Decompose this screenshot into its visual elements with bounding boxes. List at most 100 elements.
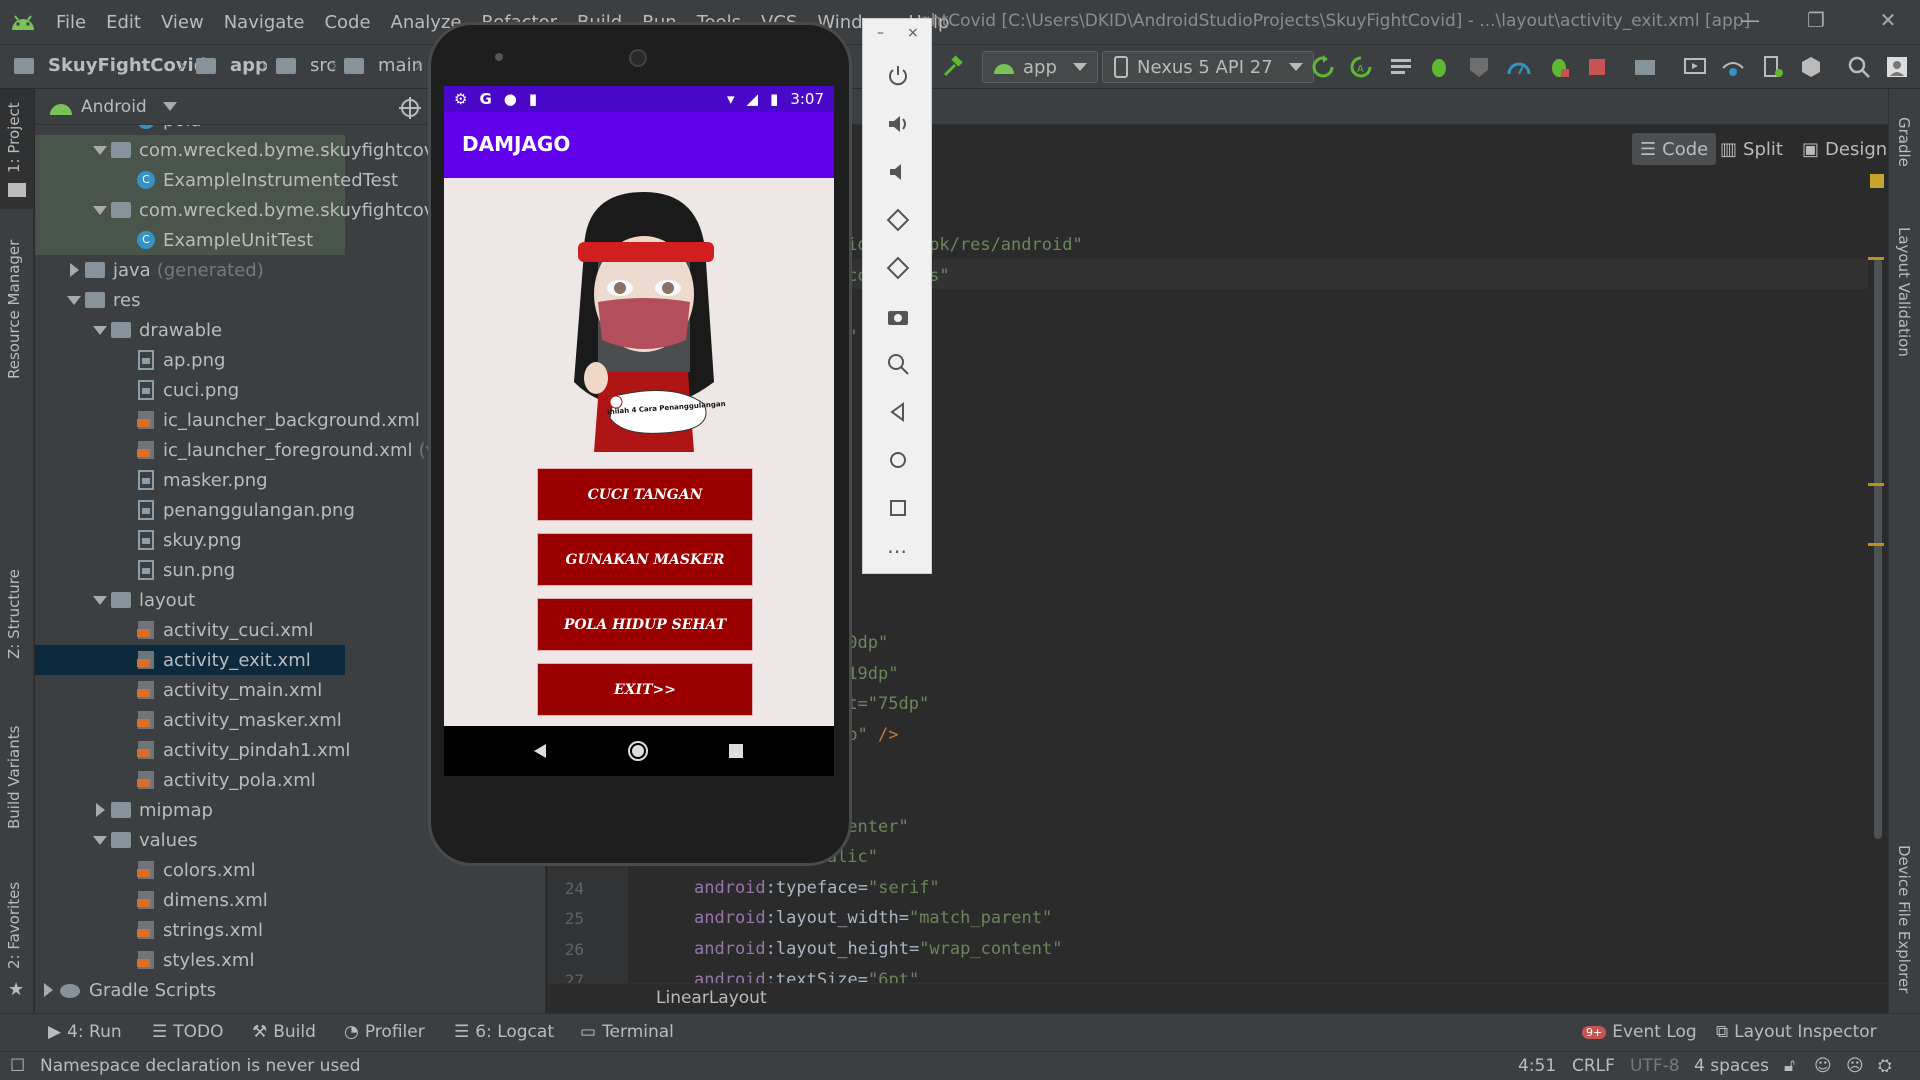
close-icon[interactable]: × — [907, 25, 919, 41]
warning-indicator[interactable] — [1870, 174, 1884, 188]
tree-row[interactable]: masker.png — [35, 465, 435, 495]
chevron-right-icon[interactable] — [43, 983, 53, 997]
inspector-face-icon[interactable]: ☺ — [1814, 1056, 1832, 1076]
tree-row[interactable]: drawable — [35, 315, 435, 345]
sync-gradle-icon[interactable] — [1720, 54, 1746, 80]
chevron-down-icon[interactable] — [93, 835, 107, 845]
locate-icon[interactable] — [399, 97, 421, 119]
chevron-right-icon[interactable] — [69, 263, 79, 277]
home-icon[interactable] — [885, 447, 911, 473]
gunakan-masker-button[interactable]: GUNAKAN MASKER — [537, 533, 753, 586]
editor-scrollbar[interactable] — [1874, 259, 1882, 839]
minimize-icon[interactable]: — — [1736, 8, 1764, 36]
feedback-icon[interactable]: ☹ — [1846, 1056, 1864, 1076]
event-log-button[interactable]: 9+ Event Log — [1582, 1022, 1697, 1042]
logcat-tool-button[interactable]: ☰ 6: Logcat — [454, 1022, 554, 1042]
favorites-label[interactable]: 2: Favorites — [5, 882, 23, 969]
tree-row[interactable]: com.wrecked.byme.skuyfightcovid — [35, 135, 451, 165]
breadcrumb-app[interactable]: app — [196, 55, 268, 76]
build-variants-label[interactable]: Build Variants — [5, 726, 23, 829]
tree-row[interactable]: skuy.png — [35, 525, 435, 555]
rotate-left-icon[interactable] — [885, 207, 911, 233]
list-icon[interactable] — [1388, 54, 1414, 80]
pola-hidup-sehat-button[interactable]: POLA HIDUP SEHAT — [537, 598, 753, 651]
tree-row[interactable]: java (generated) — [35, 255, 435, 285]
code-line[interactable]: android:layout_width="match_parent" — [694, 903, 1052, 933]
tree-row[interactable]: activity_masker.xml — [35, 705, 435, 735]
back-icon[interactable] — [532, 743, 548, 759]
tree-row[interactable]: strings.xml — [35, 915, 435, 945]
coverage-icon[interactable] — [1466, 54, 1492, 80]
editor-breadcrumb[interactable]: LinearLayout — [656, 988, 767, 1008]
tree-row[interactable]: ic_launcher_foreground.xml(v24 — [35, 435, 459, 465]
device-select[interactable]: Nexus 5 API 27 — [1102, 51, 1314, 83]
device-file-explorer-label[interactable]: Device File Explorer — [1895, 845, 1913, 993]
camera-icon[interactable] — [885, 303, 911, 329]
tree-row[interactable]: cuci.png — [35, 375, 435, 405]
status-toggle-icon[interactable]: ☐ — [10, 1056, 25, 1076]
run-config-select[interactable]: app — [982, 51, 1098, 83]
resource-manager-label[interactable]: Resource Manager — [5, 240, 23, 379]
indent-setting[interactable]: 4 spaces — [1694, 1056, 1769, 1076]
chevron-down-icon[interactable] — [93, 325, 107, 335]
rotate-right-icon[interactable] — [885, 255, 911, 281]
chevron-right-icon[interactable] — [95, 803, 105, 817]
tree-row[interactable]: ap.png — [35, 345, 435, 375]
tree-row[interactable]: Cpola — [35, 125, 435, 135]
more-icon[interactable]: ⋯ — [887, 539, 907, 563]
apply-changes-icon[interactable] — [1310, 54, 1336, 80]
avd-manager-icon[interactable] — [1682, 54, 1708, 80]
tree-row[interactable]: penanggulangan.png — [35, 495, 435, 525]
menu-file[interactable]: File — [46, 12, 96, 33]
tree-row[interactable]: ic_launcher_background.xml — [35, 405, 435, 435]
run-tool-button[interactable]: ▶ 4: Run — [48, 1022, 122, 1042]
apply-code-changes-icon[interactable]: A — [1348, 54, 1374, 80]
restore-icon[interactable]: ❐ — [1802, 8, 1830, 36]
terminal-tool-button[interactable]: ▭ Terminal — [580, 1022, 674, 1042]
stop-icon[interactable] — [1584, 54, 1610, 80]
tree-row[interactable]: sun.png — [35, 555, 435, 585]
design-view-button[interactable]: ▣ Design — [1794, 133, 1895, 165]
menu-view[interactable]: View — [151, 12, 214, 33]
layout-validation-label[interactable]: Layout Validation — [1895, 227, 1913, 357]
volume-down-icon[interactable] — [885, 159, 911, 185]
tree-row[interactable]: C ExampleUnitTest — [35, 225, 345, 255]
sdk-manager-icon[interactable] — [1798, 54, 1824, 80]
home-icon[interactable] — [627, 740, 649, 762]
project-structure-icon[interactable] — [1632, 54, 1658, 80]
tree-row[interactable]: res — [35, 285, 435, 315]
account-icon[interactable] — [1884, 54, 1910, 80]
menu-code[interactable]: Code — [314, 12, 380, 33]
volume-up-icon[interactable] — [885, 111, 911, 137]
hammer-icon[interactable] — [940, 54, 966, 80]
zoom-icon[interactable] — [885, 351, 911, 377]
tree-row[interactable]: colors.xml — [35, 855, 435, 885]
search-icon[interactable] — [1846, 54, 1872, 80]
line-separator[interactable]: CRLF — [1572, 1056, 1615, 1076]
overview-icon[interactable] — [885, 495, 911, 521]
tree-row[interactable]: styles.xml — [35, 945, 435, 975]
close-icon[interactable]: ✕ — [1874, 8, 1902, 36]
device-manager-icon[interactable] — [1760, 54, 1786, 80]
breadcrumb-main[interactable]: main — [344, 55, 423, 76]
layout-inspector-button[interactable]: ⧉ Layout Inspector — [1716, 1022, 1877, 1042]
tree-row[interactable]: activity_main.xml — [35, 675, 435, 705]
tree-row[interactable]: dimens.xml — [35, 885, 435, 915]
chevron-down-icon[interactable] — [93, 595, 107, 605]
menu-edit[interactable]: Edit — [96, 12, 151, 33]
tree-row[interactable]: activity_cuci.xml — [35, 615, 435, 645]
power-icon[interactable] — [885, 63, 911, 89]
back-icon[interactable] — [885, 399, 911, 425]
split-view-button[interactable]: ▥ Split — [1712, 133, 1791, 165]
tree-row[interactable]: Gradle Scripts — [35, 975, 435, 1005]
memory-icon[interactable]: ⛭ — [1878, 1056, 1892, 1076]
caret-position[interactable]: 4:51 — [1518, 1056, 1556, 1076]
tree-row[interactable]: activity_pola.xml — [35, 765, 435, 795]
project-view-mode[interactable]: Android — [81, 97, 147, 117]
code-line[interactable]: android:layout_height="wrap_content" — [694, 934, 1062, 964]
tree-row[interactable]: activity_exit.xml — [35, 645, 345, 675]
tree-row[interactable]: mipmap — [35, 795, 435, 825]
exit-button[interactable]: EXIT>> — [537, 663, 753, 716]
project-tool-label[interactable]: 1: Project — [5, 102, 23, 173]
chevron-down-icon[interactable] — [93, 145, 107, 155]
